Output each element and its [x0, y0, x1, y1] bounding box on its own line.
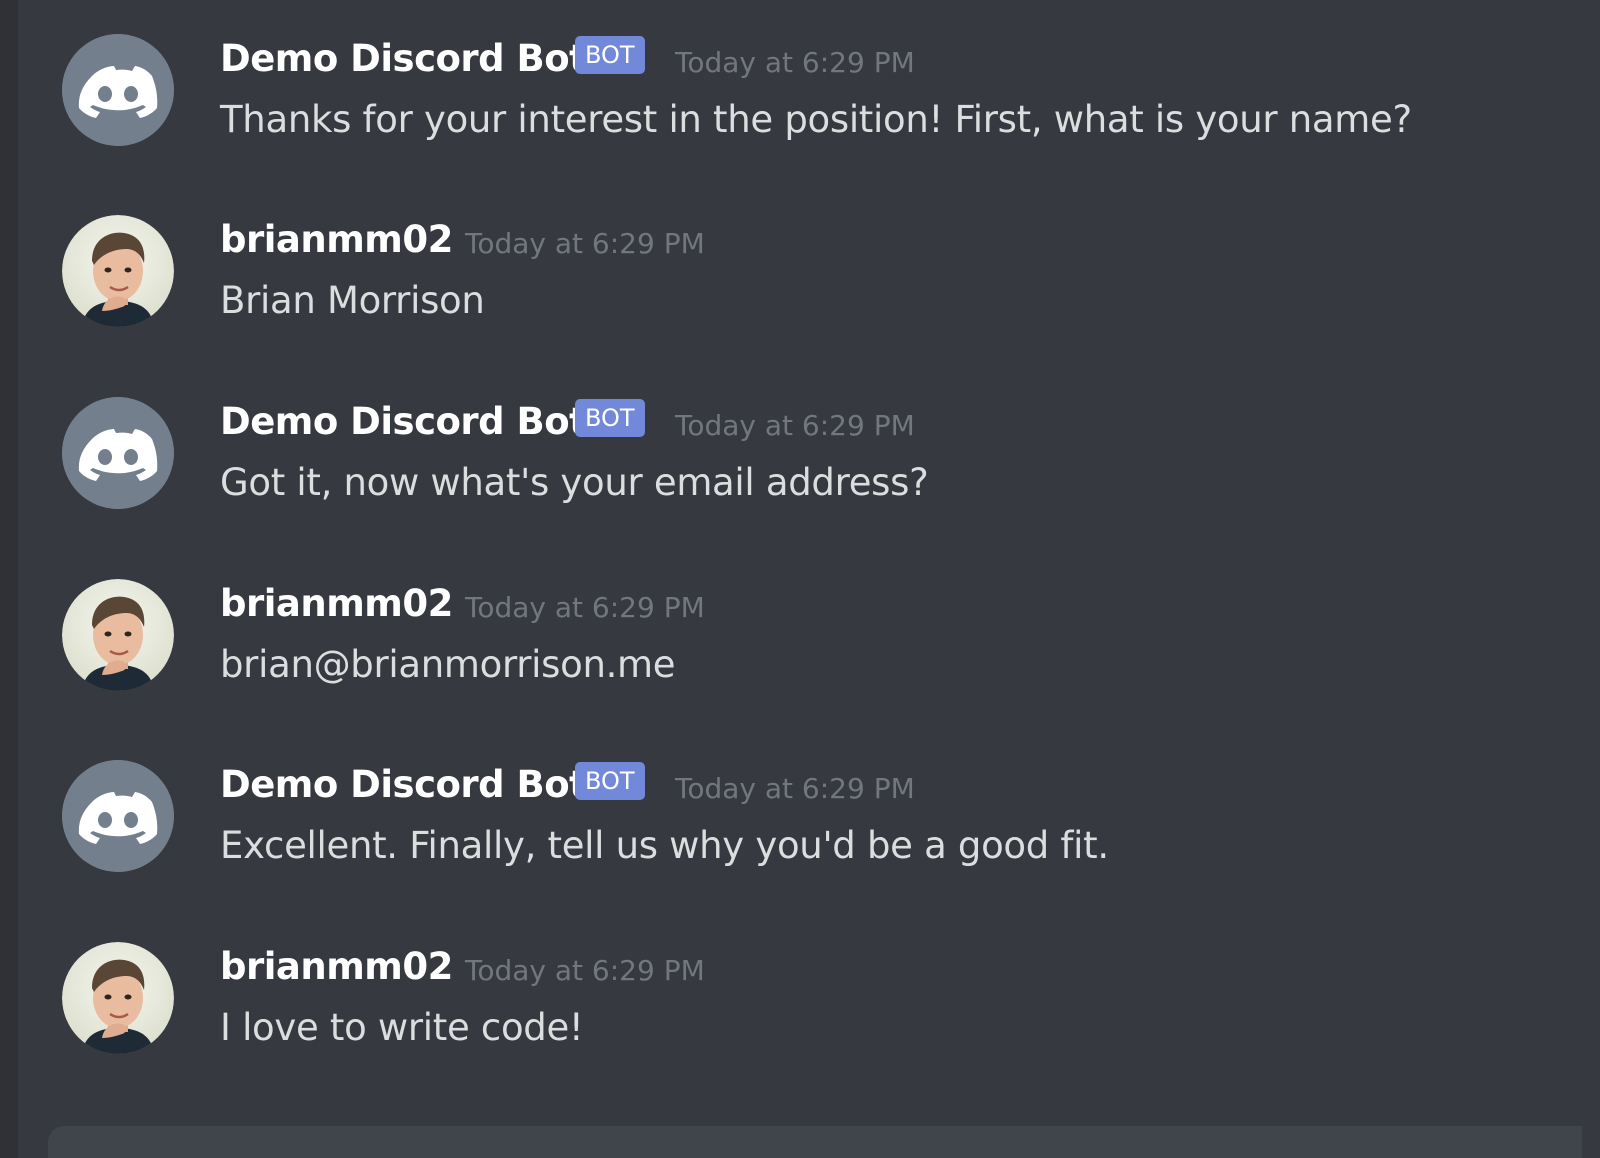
username[interactable]: brianmm02 — [220, 217, 453, 263]
username[interactable]: Demo Discord Bot — [220, 36, 587, 82]
user-photo — [62, 942, 174, 1054]
message-content: Brian Morrison — [220, 279, 485, 322]
message: Demo Discord Bot BOT Today at 6:29 PM Go… — [18, 397, 1578, 547]
message: brianmm02 Today at 6:29 PM Brian Morriso… — [18, 215, 1578, 365]
user-avatar[interactable] — [62, 215, 174, 327]
bot-avatar[interactable] — [62, 34, 174, 146]
timestamp: Today at 6:29 PM — [675, 772, 915, 805]
timestamp: Today at 6:29 PM — [675, 46, 915, 79]
discord-logo-icon — [62, 760, 174, 872]
discord-app: Demo Discord Bot BOT Today at 6:29 PM Th… — [0, 0, 1600, 1158]
username[interactable]: Demo Discord Bot — [220, 762, 587, 808]
bot-avatar[interactable] — [62, 397, 174, 509]
message-composer[interactable] — [48, 1126, 1582, 1158]
message-content: Got it, now what's your email address? — [220, 461, 929, 504]
user-avatar[interactable] — [62, 579, 174, 691]
username[interactable]: brianmm02 — [220, 581, 453, 627]
username[interactable]: brianmm02 — [220, 944, 453, 990]
user-avatar[interactable] — [62, 942, 174, 1054]
user-photo — [62, 215, 174, 327]
bot-badge: BOT — [575, 399, 645, 437]
timestamp: Today at 6:29 PM — [675, 409, 915, 442]
message-content: brian@brianmorrison.me — [220, 643, 676, 686]
message-content: Thanks for your interest in the position… — [220, 98, 1412, 141]
timestamp: Today at 6:29 PM — [465, 591, 705, 624]
discord-logo-icon — [62, 397, 174, 509]
message-content: I love to write code! — [220, 1006, 584, 1049]
sidebar-edge — [0, 0, 18, 1158]
message-content: Excellent. Finally, tell us why you'd be… — [220, 824, 1109, 867]
discord-logo-icon — [62, 34, 174, 146]
timestamp: Today at 6:29 PM — [465, 227, 705, 260]
message: brianmm02 Today at 6:29 PM I love to wri… — [18, 942, 1578, 1092]
bot-badge: BOT — [575, 36, 645, 74]
timestamp: Today at 6:29 PM — [465, 954, 705, 987]
bot-avatar[interactable] — [62, 760, 174, 872]
bot-badge: BOT — [575, 762, 645, 800]
message: brianmm02 Today at 6:29 PM brian@brianmo… — [18, 579, 1578, 729]
username[interactable]: Demo Discord Bot — [220, 399, 587, 445]
message-list: Demo Discord Bot BOT Today at 6:29 PM Th… — [18, 0, 1600, 1158]
user-photo — [62, 579, 174, 691]
message: Demo Discord Bot BOT Today at 6:29 PM Ex… — [18, 760, 1578, 910]
message: Demo Discord Bot BOT Today at 6:29 PM Th… — [18, 34, 1578, 184]
